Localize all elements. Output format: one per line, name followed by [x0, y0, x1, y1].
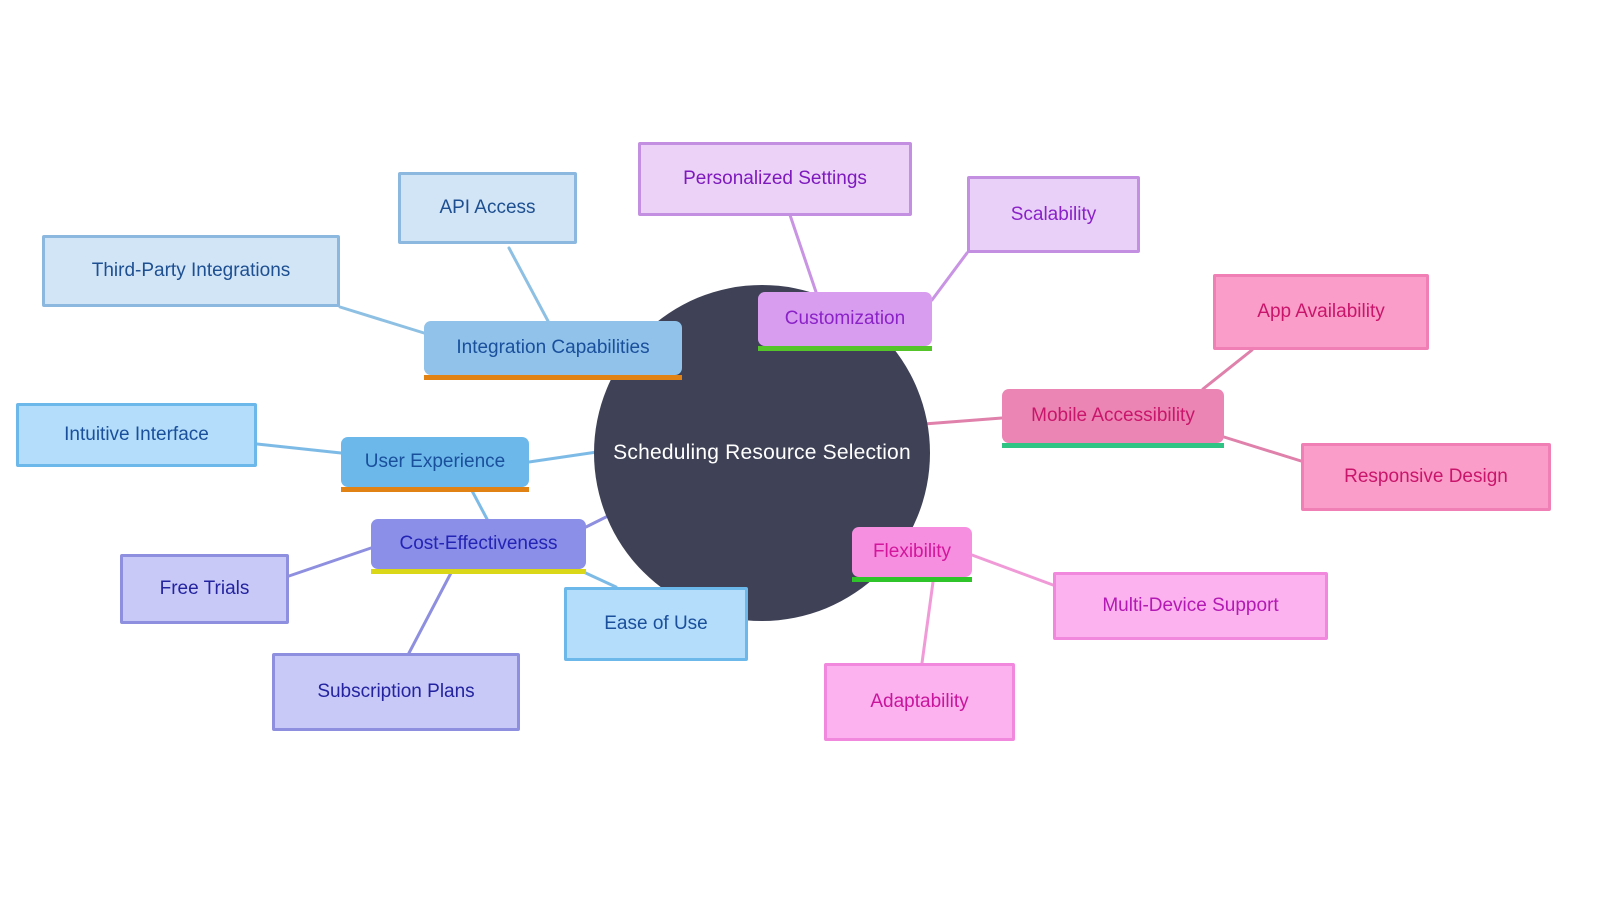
- branch-node-label: User Experience: [364, 451, 506, 473]
- leaf-node-label: API Access: [439, 197, 536, 219]
- branch-node-integration-capabilities[interactable]: Integration Capabilities: [424, 321, 682, 380]
- edge-root-to-user-experience: [527, 450, 599, 464]
- branch-underline-mobile-accessibility: [1002, 443, 1224, 448]
- leaf-node-multi-device-support[interactable]: Multi-Device Support: [1053, 572, 1328, 640]
- branch-node-label: Integration Capabilities: [456, 337, 650, 359]
- branch-node-label: Cost-Effectiveness: [399, 533, 558, 555]
- leaf-node-label: Intuitive Interface: [64, 424, 209, 446]
- branch-node-cost-effectiveness[interactable]: Cost-Effectiveness: [371, 519, 586, 574]
- leaf-node-scalability[interactable]: Scalability: [967, 176, 1140, 253]
- leaf-node-label: Personalized Settings: [683, 168, 867, 190]
- leaf-node-ease-of-use[interactable]: Ease of Use: [564, 587, 748, 661]
- edge-integration-capabilities-to-api-access: [507, 246, 550, 323]
- leaf-node-free-trials[interactable]: Free Trials: [120, 554, 289, 624]
- leaf-node-label: Adaptability: [870, 691, 969, 713]
- branch-underline-integration-capabilities: [424, 375, 682, 380]
- edge-customization-to-personalized-settings: [788, 213, 818, 294]
- branch-underline-cost-effectiveness: [371, 569, 586, 574]
- branch-node-flexibility[interactable]: Flexibility: [852, 527, 972, 582]
- leaf-node-label: Subscription Plans: [317, 681, 475, 703]
- branch-node-label: Mobile Accessibility: [1031, 405, 1195, 427]
- leaf-node-label: Scalability: [1010, 203, 1097, 225]
- branch-underline-flexibility: [852, 577, 972, 582]
- edge-user-experience-to-intuitive-interface: [255, 442, 343, 455]
- leaf-node-api-access[interactable]: API Access: [398, 172, 577, 244]
- leaf-node-label: Third-Party Integrations: [91, 260, 291, 282]
- edge-root-to-mobile-accessibility: [922, 416, 1004, 426]
- edge-mobile-accessibility-to-app-availability: [1201, 348, 1254, 391]
- edge-cost-effectiveness-to-free-trials: [287, 546, 373, 578]
- leaf-node-app-availability[interactable]: App Availability: [1213, 274, 1429, 350]
- leaf-node-label: Free Trials: [159, 578, 250, 600]
- leaf-node-adaptability[interactable]: Adaptability: [824, 663, 1015, 741]
- branch-node-user-experience[interactable]: User Experience: [341, 437, 529, 492]
- leaf-node-personalized-settings[interactable]: Personalized Settings: [638, 142, 912, 216]
- edge-flexibility-to-adaptability: [920, 580, 935, 665]
- branch-underline-user-experience: [341, 487, 529, 492]
- branch-underline-customization: [758, 346, 932, 351]
- mindmap-canvas: Scheduling Resource Selection Third-Party…: [0, 0, 1600, 900]
- branch-node-customization[interactable]: Customization: [758, 292, 932, 351]
- leaf-node-intuitive-interface[interactable]: Intuitive Interface: [16, 403, 257, 467]
- leaf-node-third-party-integrations[interactable]: Third-Party Integrations: [42, 235, 340, 307]
- branch-node-label: Customization: [784, 308, 906, 330]
- branch-node-label: Flexibility: [872, 541, 952, 563]
- leaf-node-label: App Availability: [1257, 301, 1385, 323]
- leaf-node-label: Multi-Device Support: [1102, 595, 1279, 617]
- edge-flexibility-to-multi-device-support: [970, 553, 1055, 587]
- root-node-label: Scheduling Resource Selection: [613, 440, 911, 464]
- leaf-node-label: Responsive Design: [1344, 466, 1508, 488]
- edge-cost-effectiveness-to-subscription-plans: [407, 569, 454, 655]
- edge-integration-capabilities-to-third-party-integrations: [338, 305, 426, 335]
- leaf-node-responsive-design[interactable]: Responsive Design: [1301, 443, 1551, 511]
- edge-mobile-accessibility-to-responsive-design: [1222, 435, 1303, 463]
- edge-customization-to-scalability: [930, 251, 969, 302]
- leaf-node-subscription-plans[interactable]: Subscription Plans: [272, 653, 520, 731]
- leaf-node-label: Ease of Use: [604, 613, 708, 635]
- branch-node-mobile-accessibility[interactable]: Mobile Accessibility: [1002, 389, 1224, 448]
